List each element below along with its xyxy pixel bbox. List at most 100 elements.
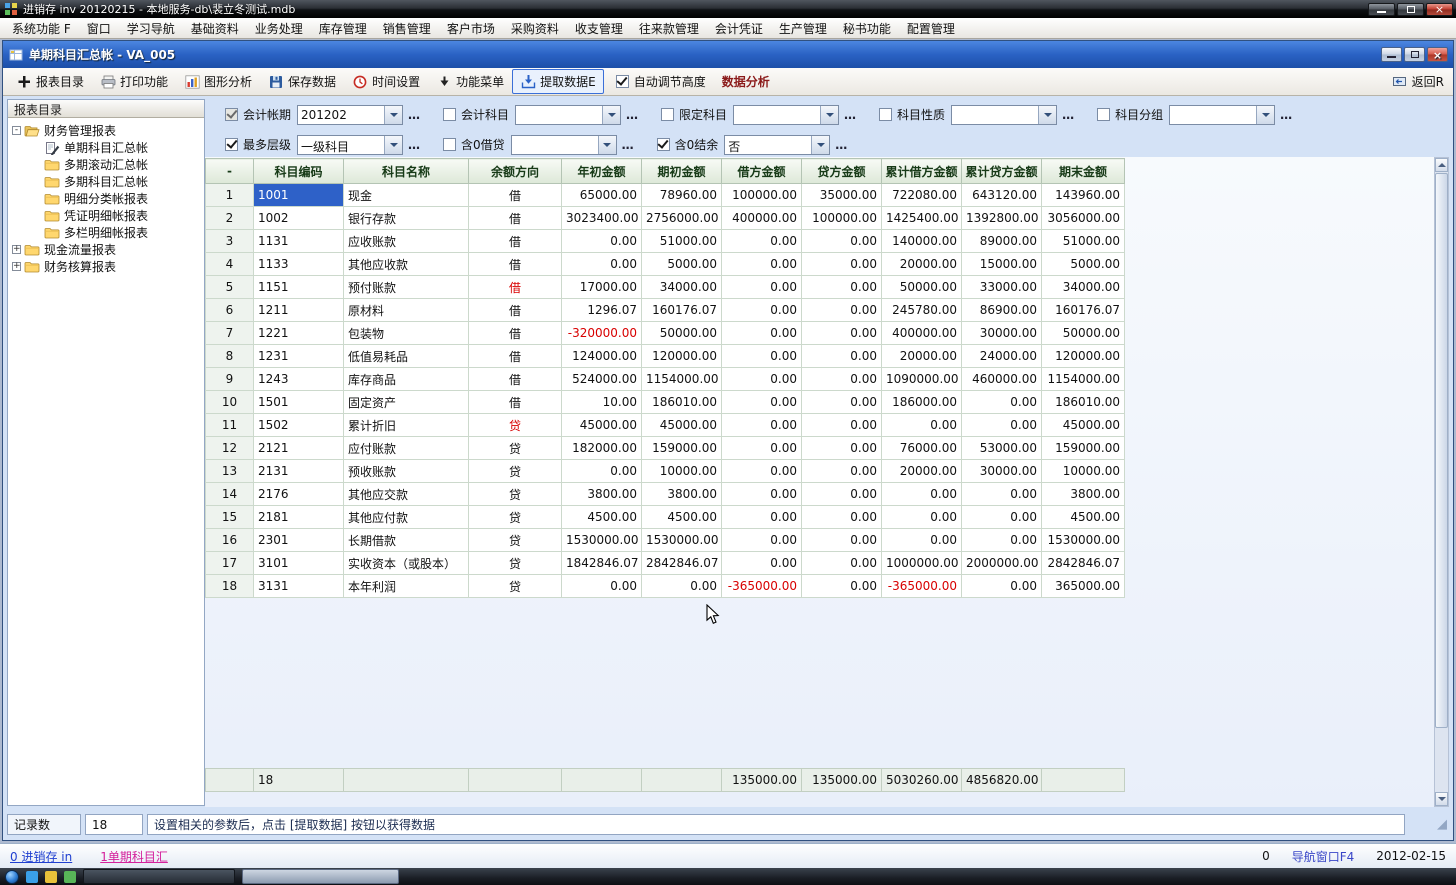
grid-column-header[interactable]: 科目名称 xyxy=(344,159,469,184)
row-number-cell[interactable]: 7 xyxy=(206,322,254,345)
amount-cell[interactable]: 1530000.00 xyxy=(562,529,642,552)
close-button[interactable] xyxy=(1426,3,1453,16)
amount-cell[interactable]: 34000.00 xyxy=(642,276,722,299)
more-button[interactable]: … xyxy=(408,138,421,152)
tree-item[interactable]: 多期滚动汇总帐 xyxy=(10,156,202,173)
amount-cell[interactable]: 20000.00 xyxy=(882,253,962,276)
balance-direction-cell[interactable]: 贷 xyxy=(469,506,562,529)
menu-item[interactable]: 配置管理 xyxy=(899,18,963,39)
grid-row[interactable]: 11001现金借65000.0078960.00100000.0035000.0… xyxy=(206,184,1125,207)
amount-cell[interactable]: 159000.00 xyxy=(1042,437,1125,460)
menu-item[interactable]: 基础资料 xyxy=(183,18,247,39)
amount-cell[interactable]: 245780.00 xyxy=(882,299,962,322)
menu-item[interactable]: 学习导航 xyxy=(119,18,183,39)
combobox-arrow-icon[interactable] xyxy=(811,136,829,154)
navigation-window-button[interactable]: 导航窗口F4 xyxy=(1292,848,1355,865)
amount-cell[interactable]: 182000.00 xyxy=(562,437,642,460)
combobox-arrow-icon[interactable] xyxy=(1038,106,1056,124)
subject-name-cell[interactable]: 其他应付款 xyxy=(344,506,469,529)
subject-code-cell[interactable]: 1002 xyxy=(254,207,344,230)
filter-checkbox[interactable] xyxy=(443,108,456,121)
amount-cell[interactable]: 0.00 xyxy=(562,253,642,276)
subject-name-cell[interactable]: 应付账款 xyxy=(344,437,469,460)
filter-combobox[interactable]: 否 xyxy=(724,135,830,155)
toolbar-button-save-data[interactable]: 保存数据 xyxy=(260,69,344,94)
more-button[interactable]: … xyxy=(622,138,635,152)
row-number-cell[interactable]: 1 xyxy=(206,184,254,207)
grid-column-header[interactable]: - xyxy=(206,159,254,184)
filter-combobox[interactable] xyxy=(733,105,839,125)
grid-row[interactable]: 162301长期借款贷1530000.001530000.000.000.000… xyxy=(206,529,1125,552)
grid-column-header[interactable]: 贷方金额 xyxy=(802,159,882,184)
amount-cell[interactable]: 1530000.00 xyxy=(1042,529,1125,552)
filter-checkbox[interactable] xyxy=(443,138,456,151)
amount-cell[interactable]: 524000.00 xyxy=(562,368,642,391)
balance-direction-cell[interactable]: 贷 xyxy=(469,437,562,460)
toolbar-button-print[interactable]: 打印功能 xyxy=(92,69,176,94)
tree-item[interactable]: 凭证明细帐报表 xyxy=(10,207,202,224)
amount-cell[interactable]: 1000000.00 xyxy=(882,552,962,575)
grid-column-header[interactable]: 年初金额 xyxy=(562,159,642,184)
amount-cell[interactable]: 400000.00 xyxy=(722,207,802,230)
grid-row[interactable]: 173101实收资本（或股本）贷1842846.072842846.070.00… xyxy=(206,552,1125,575)
filter-checkbox[interactable] xyxy=(1097,108,1110,121)
amount-cell[interactable]: 0.00 xyxy=(722,276,802,299)
amount-cell[interactable]: -365000.00 xyxy=(882,575,962,598)
amount-cell[interactable]: 45000.00 xyxy=(562,414,642,437)
amount-cell[interactable]: 159000.00 xyxy=(642,437,722,460)
amount-cell[interactable]: 78960.00 xyxy=(642,184,722,207)
subject-code-cell[interactable]: 1151 xyxy=(254,276,344,299)
amount-cell[interactable]: 4500.00 xyxy=(642,506,722,529)
menu-item[interactable]: 销售管理 xyxy=(375,18,439,39)
amount-cell[interactable]: 1530000.00 xyxy=(642,529,722,552)
amount-cell[interactable]: 3056000.00 xyxy=(1042,207,1125,230)
more-button[interactable]: … xyxy=(844,108,857,122)
amount-cell[interactable]: 1842846.07 xyxy=(562,552,642,575)
amount-cell[interactable]: 0.00 xyxy=(722,529,802,552)
row-number-cell[interactable]: 15 xyxy=(206,506,254,529)
amount-cell[interactable]: 2000000.00 xyxy=(962,552,1042,575)
subject-name-cell[interactable]: 累计折旧 xyxy=(344,414,469,437)
subject-code-cell[interactable]: 1502 xyxy=(254,414,344,437)
row-number-cell[interactable]: 5 xyxy=(206,276,254,299)
combobox-arrow-icon[interactable] xyxy=(384,106,402,124)
amount-cell[interactable]: 0.00 xyxy=(802,368,882,391)
filter-checkbox[interactable] xyxy=(879,108,892,121)
filter-combobox[interactable]: 201202 xyxy=(297,105,403,125)
more-button[interactable]: … xyxy=(835,138,848,152)
subject-name-cell[interactable]: 实收资本（或股本） xyxy=(344,552,469,575)
subject-code-cell[interactable]: 1231 xyxy=(254,345,344,368)
subject-name-cell[interactable]: 长期借款 xyxy=(344,529,469,552)
amount-cell[interactable]: 0.00 xyxy=(802,529,882,552)
more-button[interactable]: … xyxy=(1280,108,1293,122)
subject-name-cell[interactable]: 现金 xyxy=(344,184,469,207)
amount-cell[interactable]: 0.00 xyxy=(802,322,882,345)
amount-cell[interactable]: 51000.00 xyxy=(642,230,722,253)
balance-direction-cell[interactable]: 借 xyxy=(469,322,562,345)
amount-cell[interactable]: 35000.00 xyxy=(802,184,882,207)
amount-cell[interactable]: 10000.00 xyxy=(642,460,722,483)
window-tab[interactable]: 1单期科目汇 xyxy=(100,848,168,865)
quick-launch-icon[interactable] xyxy=(64,871,76,883)
grid-column-header[interactable]: 科目编码 xyxy=(254,159,344,184)
amount-cell[interactable]: 15000.00 xyxy=(962,253,1042,276)
amount-cell[interactable]: 400000.00 xyxy=(882,322,962,345)
menu-item[interactable]: 客户市场 xyxy=(439,18,503,39)
balance-direction-cell[interactable]: 贷 xyxy=(469,414,562,437)
amount-cell[interactable]: 1392800.00 xyxy=(962,207,1042,230)
subject-code-cell[interactable]: 2181 xyxy=(254,506,344,529)
toolbar-button-extract-data[interactable]: 提取数据E xyxy=(512,69,604,94)
amount-cell[interactable]: 45000.00 xyxy=(1042,414,1125,437)
amount-cell[interactable]: 0.00 xyxy=(802,460,882,483)
balance-direction-cell[interactable]: 借 xyxy=(469,276,562,299)
amount-cell[interactable]: -320000.00 xyxy=(562,322,642,345)
more-button[interactable]: … xyxy=(408,108,421,122)
grid-row[interactable]: 183131本年利润贷0.000.00-365000.000.00-365000… xyxy=(206,575,1125,598)
filter-combobox[interactable] xyxy=(951,105,1057,125)
quick-launch-icon[interactable] xyxy=(26,871,38,883)
amount-cell[interactable]: 3800.00 xyxy=(1042,483,1125,506)
amount-cell[interactable]: 160176.07 xyxy=(1042,299,1125,322)
grid-column-header[interactable]: 累计借方金额 xyxy=(882,159,962,184)
amount-cell[interactable]: 0.00 xyxy=(962,529,1042,552)
amount-cell[interactable]: 722080.00 xyxy=(882,184,962,207)
